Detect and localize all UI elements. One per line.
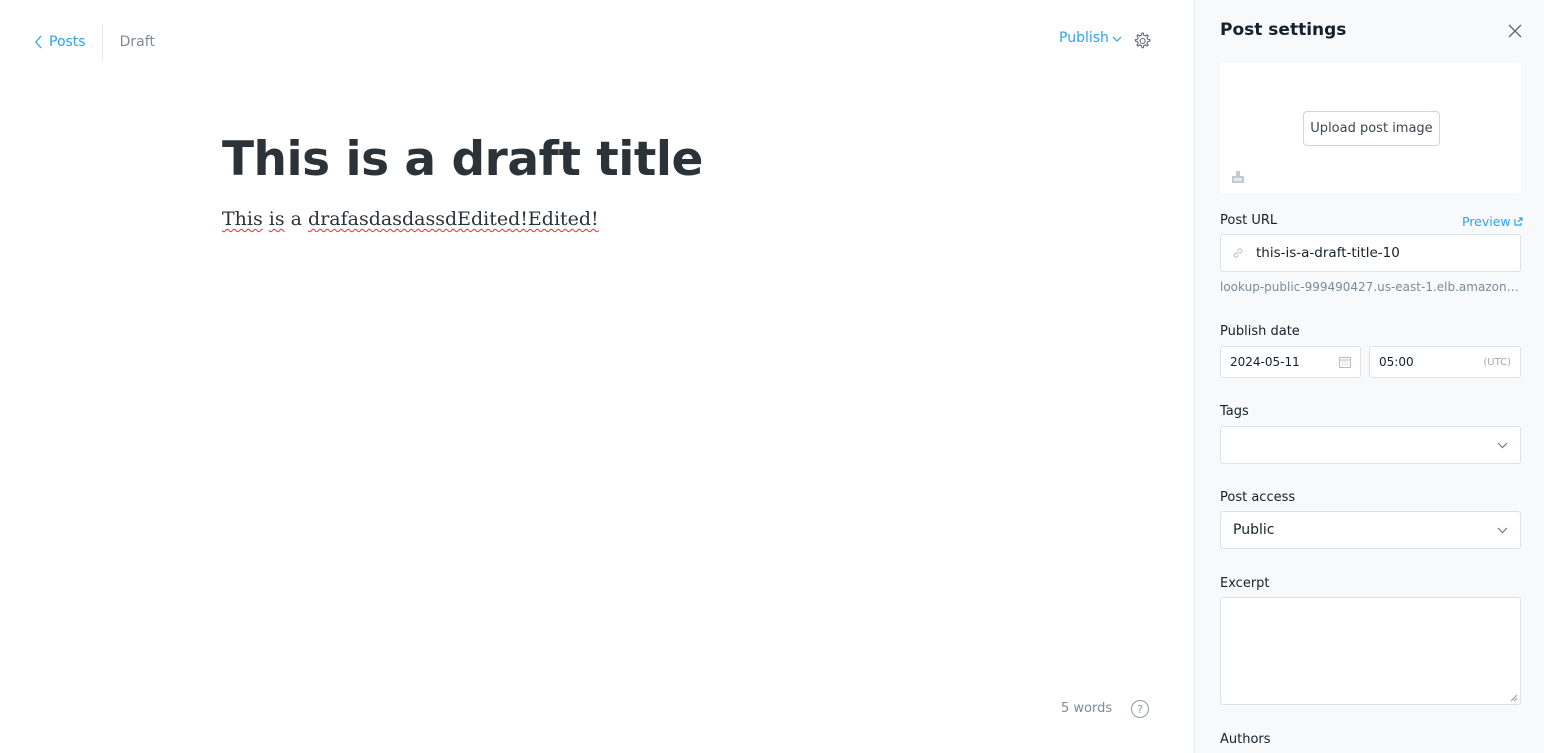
publish-time-input[interactable]: 05:00 (UTC) [1369,346,1521,378]
excerpt-textarea[interactable] [1220,597,1521,705]
post-access-value: Public [1233,522,1275,538]
post-status: Draft [119,34,155,50]
post-url-value: this-is-a-draft-title-10 [1256,245,1400,261]
chevron-down-icon [1497,442,1508,448]
close-icon[interactable] [1507,23,1523,39]
preview-link[interactable]: Preview [1462,214,1523,229]
post-url-label: Post URL [1220,213,1278,228]
publish-time-value: 05:00 [1379,355,1414,369]
editor-pane: Posts Draft Publish This is a draft titl… [0,0,1194,753]
body-text-segment: drafasdasdassdEdited!Edited! [308,208,599,230]
back-link-label: Posts [49,34,86,50]
back-to-posts-link[interactable]: Posts [34,24,103,60]
breadcrumb: Posts Draft [34,24,155,60]
word-count: 5 words [1061,701,1113,716]
calendar-icon [1339,357,1351,368]
chevron-left-icon [35,35,42,49]
image-icon [1232,171,1244,183]
tags-label: Tags [1220,404,1249,419]
preview-label: Preview [1462,214,1511,229]
upload-post-image-button[interactable]: Upload post image [1303,111,1440,146]
help-icon[interactable]: ? [1131,700,1149,718]
resize-handle-icon[interactable] [1510,694,1518,702]
link-icon [1233,248,1243,258]
publish-button[interactable]: Publish [1059,30,1122,46]
tags-select[interactable] [1220,426,1521,464]
post-image-dropzone[interactable]: Upload post image [1220,63,1521,193]
publish-date-value: 2024-05-11 [1230,355,1300,369]
gear-icon[interactable] [1132,31,1152,51]
body-text-segment: is [268,208,285,230]
body-text-segment: a [284,208,309,230]
chevron-down-icon [1112,36,1122,42]
publish-label: Publish [1059,30,1109,46]
post-access-select[interactable]: Public [1220,511,1521,549]
external-link-icon [1514,217,1523,226]
publish-date-label: Publish date [1220,324,1300,339]
post-access-label: Post access [1220,490,1296,505]
panel-title: Post settings [1220,20,1347,40]
post-body[interactable]: This is a drafasdasdassdEdited!Edited! [222,208,599,230]
body-text-segment: This [222,208,263,230]
post-url-full: lookup-public-999490427.us-east-1.elb.am… [1220,280,1521,294]
authors-label: Authors [1220,732,1271,747]
timezone-label: (UTC) [1483,356,1511,368]
excerpt-label: Excerpt [1220,576,1270,591]
post-title[interactable]: This is a draft title [222,132,703,187]
post-settings-panel: Post settings Upload post image Post URL… [1194,0,1544,753]
publish-date-input[interactable]: 2024-05-11 [1220,346,1361,378]
chevron-down-icon [1497,527,1508,533]
post-url-input[interactable]: this-is-a-draft-title-10 [1220,234,1521,272]
editor-actions: Publish [1059,30,1151,49]
